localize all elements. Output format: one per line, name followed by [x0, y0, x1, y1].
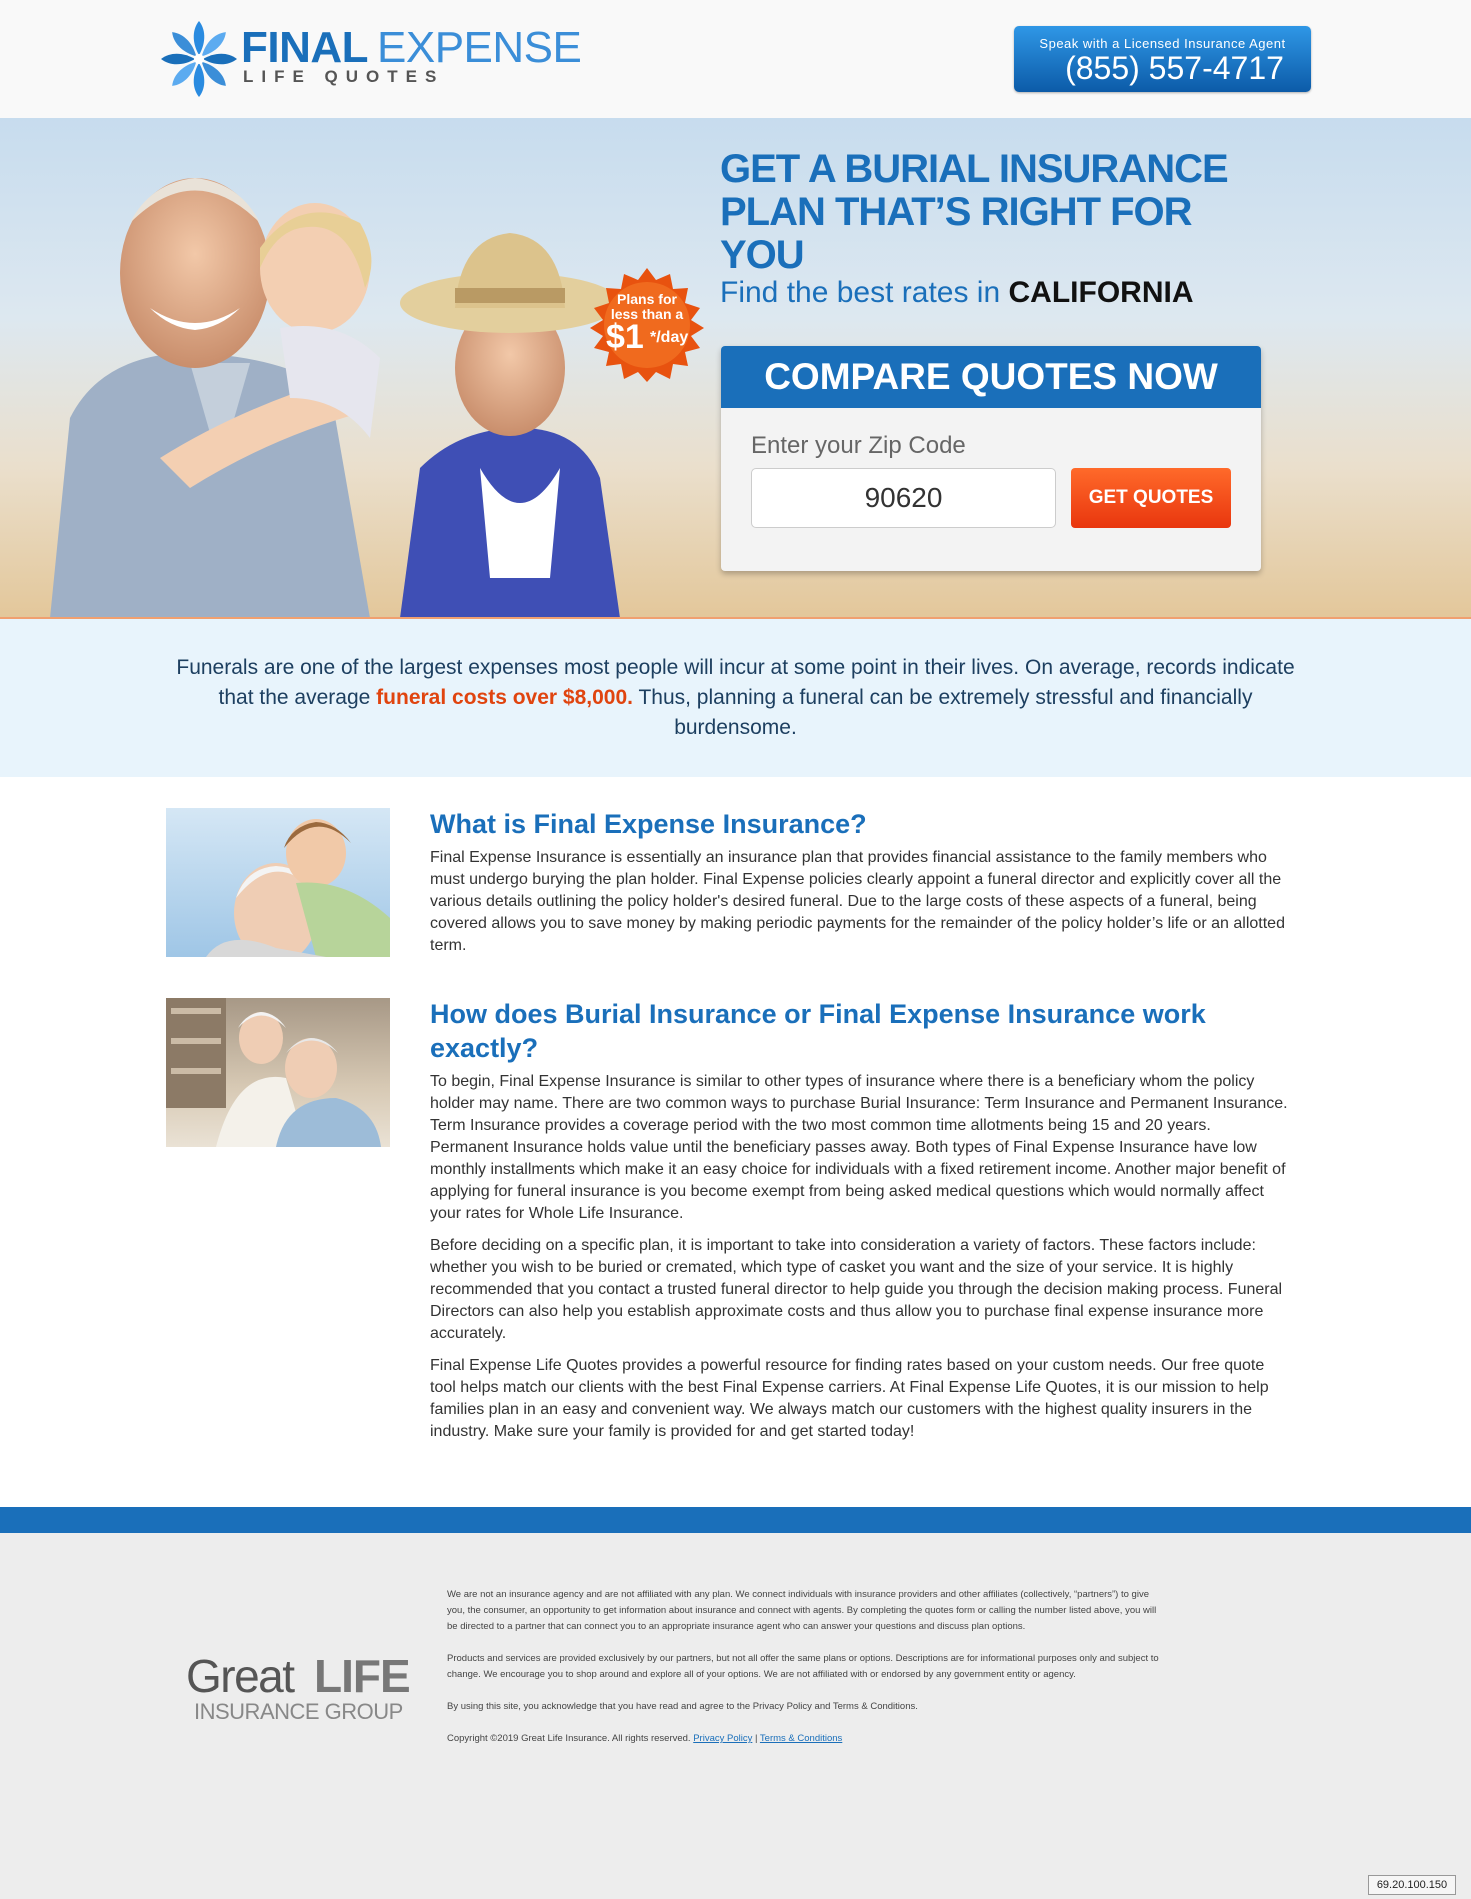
site-header: FINAL EXPENSE LIFE QUOTES Speak with a L… — [0, 0, 1471, 118]
privacy-policy-link[interactable]: Privacy Policy — [693, 1733, 752, 1744]
quote-form: COMPARE QUOTES NOW Enter your Zip Code G… — [721, 346, 1261, 571]
intro-text-after: Thus, planning a funeral can be extremel… — [632, 686, 1253, 739]
copyright-line: Copyright ©2019 Great Life Insurance. Al… — [447, 1731, 1165, 1747]
intro-band: Funerals are one of the largest expenses… — [0, 619, 1471, 777]
footer-divider-bar — [0, 1507, 1471, 1533]
section-paragraph: To begin, Final Expense Insurance is sim… — [430, 1073, 1288, 1222]
section-what-is: What is Final Expense Insurance? Final E… — [430, 807, 1290, 967]
logo-expense-text: EXPENSE — [377, 23, 582, 72]
disclaimer-paragraph: We are not an insurance agency and are n… — [447, 1589, 1157, 1632]
get-quotes-button[interactable]: GET QUOTES — [1071, 468, 1231, 528]
copyright-text: Copyright ©2019 Great Life Insurance. Al… — [447, 1733, 691, 1744]
grandfather-child-photo — [166, 808, 390, 957]
disclaimer-paragraph: Products and services are provided exclu… — [447, 1653, 1159, 1680]
section-how-works: How does Burial Insurance or Final Expen… — [430, 997, 1290, 1453]
footer-disclaimer: We are not an insurance agency and are n… — [447, 1587, 1165, 1763]
main-content: What is Final Expense Insurance? Final E… — [0, 777, 1471, 1507]
call-agent-button[interactable]: Speak with a Licensed Insurance Agent (8… — [1014, 26, 1311, 92]
logo-great-text: Great — [186, 1650, 295, 1702]
great-life-logo: Great LIFE INSURANCE GROUP — [186, 1650, 411, 1733]
section-title: What is Final Expense Insurance? — [430, 809, 867, 839]
agent-phone-number: (855) 557-4717 — [1065, 50, 1284, 86]
site-footer: Great LIFE INSURANCE GROUP We are not an… — [0, 1533, 1471, 1899]
ip-address-label: 69.20.100.150 — [1368, 1875, 1456, 1895]
zip-code-input[interactable] — [751, 468, 1056, 528]
logo-subtitle: LIFE QUOTES — [243, 67, 445, 86]
price-badge: Plans for less than a $1 */day — [590, 268, 704, 382]
badge-amount: $1 — [606, 318, 644, 356]
logo-final-text: FINAL — [241, 23, 369, 72]
hero-title: GET A BURIAL INSURANCE PLAN THAT’S RIGHT… — [720, 147, 1229, 277]
section-paragraph: Final Expense Insurance is essentially a… — [430, 849, 1285, 954]
disclaimer-paragraph: By using this site, you acknowledge that… — [447, 1701, 918, 1712]
badge-line1: Plans for — [617, 291, 677, 307]
terms-conditions-link[interactable]: Terms & Conditions — [760, 1733, 842, 1744]
hero-state: CALIFORNIA — [1008, 276, 1194, 309]
hero-subtitle-text: Find the best rates in — [720, 276, 1001, 309]
section-title: How does Burial Insurance or Final Expen… — [430, 999, 1206, 1063]
intro-highlight: funeral costs over $8,000. — [376, 686, 633, 709]
logo-insurance-group-text: INSURANCE GROUP — [194, 1699, 403, 1724]
hero-subtitle: Find the best rates in CALIFORNIA — [720, 276, 1193, 310]
link-separator: | — [754, 1733, 758, 1744]
agent-label: Speak with a Licensed Insurance Agent — [1039, 36, 1286, 51]
elderly-couple-photo — [166, 998, 390, 1147]
section-paragraph: Before deciding on a specific plan, it i… — [430, 1237, 1283, 1342]
logo-life-text: LIFE — [314, 1650, 411, 1702]
zip-label: Enter your Zip Code — [751, 432, 966, 459]
quote-form-heading: COMPARE QUOTES NOW — [721, 346, 1261, 408]
badge-per-day: */day — [650, 329, 689, 346]
final-expense-logo[interactable]: FINAL EXPENSE LIFE QUOTES — [161, 20, 582, 100]
section-paragraph: Final Expense Life Quotes provides a pow… — [430, 1357, 1269, 1440]
flower-logo-icon — [161, 21, 237, 97]
intro-text: Funerals are one of the largest expenses… — [170, 653, 1301, 743]
